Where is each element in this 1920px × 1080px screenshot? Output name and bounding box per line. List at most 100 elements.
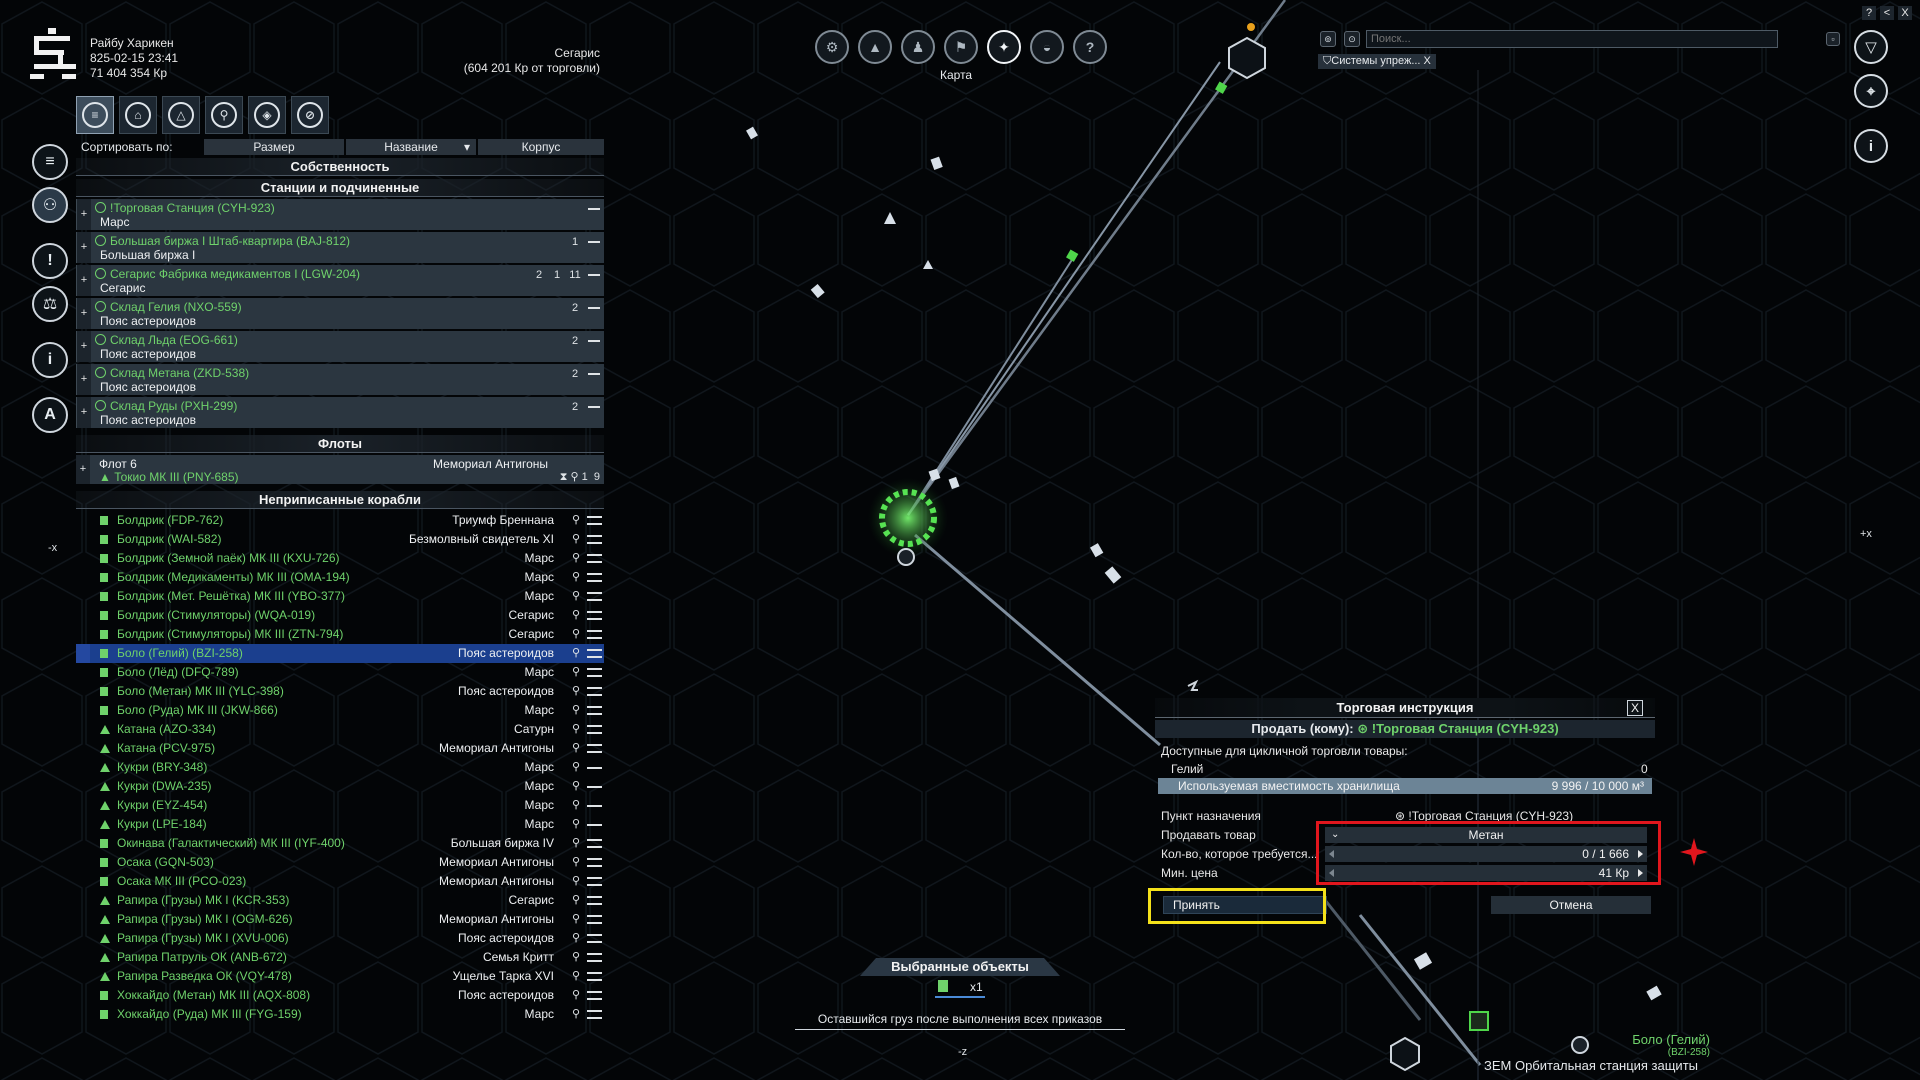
encyclopedia-icon[interactable]: ◒ bbox=[1030, 30, 1064, 64]
help-icon[interactable]: ? bbox=[1073, 30, 1107, 64]
ship-hull-bar bbox=[587, 611, 602, 620]
help-button[interactable]: ? bbox=[1862, 6, 1876, 20]
tab-stations[interactable]: ⌂ bbox=[119, 96, 157, 134]
ship-row[interactable]: Болдрик (Медикаменты) МК III (OMA-194) М… bbox=[76, 568, 604, 587]
tab-filter-off[interactable]: ⊘ bbox=[291, 96, 329, 134]
ship-row[interactable]: Болдрик (Стимуляторы) (WQA-019) Сегарис … bbox=[76, 606, 604, 625]
station-row[interactable]: + Склад Руды (PXH-299) Пояс астероидов 2 bbox=[76, 397, 604, 428]
ship-row[interactable]: Болдрик (Земной паёк) МК III (KXU-726) М… bbox=[76, 549, 604, 568]
ship-row[interactable]: Осака (GQN-503) Мемориал Антигоны ⚲ bbox=[76, 853, 604, 872]
ship-row[interactable]: Осака МК III (PCO-023) Мемориал Антигоны… bbox=[76, 872, 604, 891]
cancel-button[interactable]: Отмена bbox=[1491, 896, 1651, 914]
ship-name: Кукри (LPE-184) bbox=[117, 817, 207, 831]
selected-ship-underline bbox=[935, 996, 985, 998]
close-map-button[interactable]: X bbox=[1898, 6, 1912, 20]
search-clear-icon[interactable]: ▫ bbox=[1826, 32, 1840, 46]
station-row[interactable]: + Склад Метана (ZKD-538) Пояс астероидов… bbox=[76, 364, 604, 395]
ship-row[interactable]: Кукри (EYZ-454) Марс ⚲ bbox=[76, 796, 604, 815]
sort-label: Сортировать по: bbox=[81, 140, 173, 154]
ship-row[interactable]: Окинава (Галактический) МК III (IYF-400)… bbox=[76, 834, 604, 853]
search-options-icon[interactable]: ⊙ bbox=[1344, 31, 1360, 47]
ship-row[interactable]: Боло (Гелий) (BZI-258) Пояс астероидов ⚲ bbox=[76, 644, 604, 663]
economy-icon[interactable]: ⚖ bbox=[32, 286, 68, 322]
station-row[interactable]: + Сегарис Фабрика медикаментов I (LGW-20… bbox=[76, 265, 604, 296]
station-row[interactable]: + Большая биржа I Штаб-квартира (BAJ-812… bbox=[76, 232, 604, 263]
ship-row[interactable]: Болдрик (Мет. Решётка) МК III (YBO-377) … bbox=[76, 587, 604, 606]
ship-row[interactable]: Хоккайдо (Руда) МК III (FYG-159) Марс ⚲ bbox=[76, 1005, 604, 1024]
ship-row[interactable]: Хоккайдо (Метан) МК III (AQX-808) Пояс а… bbox=[76, 986, 604, 1005]
ship-name: Болдрик (Мет. Решётка) МК III (YBO-377) bbox=[117, 589, 345, 603]
dialog-title: Торговая инструкция bbox=[1155, 698, 1655, 718]
expand-button[interactable]: + bbox=[76, 455, 90, 484]
ship-status-icon: ⚲ bbox=[571, 590, 580, 602]
expand-button[interactable]: + bbox=[77, 199, 91, 230]
tab-all-property[interactable]: ≡ bbox=[76, 96, 114, 134]
filter-icon[interactable]: ▽ bbox=[1854, 30, 1888, 64]
ship-location: Мемориал Антигоны bbox=[439, 855, 554, 869]
close-icon[interactable]: X bbox=[1627, 700, 1643, 716]
ship-status-icon: ⚲ bbox=[571, 989, 580, 1001]
ship-row[interactable]: Рапира (Грузы) МК I (OGM-626) Мемориал А… bbox=[76, 910, 604, 929]
back-button[interactable]: < bbox=[1880, 6, 1894, 20]
station-row[interactable]: + Склад Льда (EOG-661) Пояс астероидов 2 bbox=[76, 331, 604, 362]
ship-row[interactable]: Кукри (LPE-184) Марс ⚲ bbox=[76, 815, 604, 834]
ship-row[interactable]: Кукри (DWA-235) Марс ⚲ bbox=[76, 777, 604, 796]
ship-row[interactable]: Болдрик (FDP-762) Триумф Бреннана ⚲ bbox=[76, 511, 604, 530]
tab-fleets[interactable]: △ bbox=[162, 96, 200, 134]
storage-capacity-label: Используемая вместимость хранилища bbox=[1178, 779, 1400, 793]
ship-row[interactable]: Болдрик (WAI-582) Безмолвный свидетель X… bbox=[76, 530, 604, 549]
tab-deployables[interactable]: ◈ bbox=[248, 96, 286, 134]
menu-icon[interactable]: ≡ bbox=[32, 144, 68, 180]
settings-icon[interactable]: ⚙ bbox=[815, 30, 849, 64]
sell-to-target[interactable]: ⊛ !Торговая Станция (CYH-923) bbox=[1357, 721, 1558, 736]
ship-row[interactable]: Рапира (Грузы) МК I (XVU-006) Пояс астер… bbox=[76, 929, 604, 948]
empire-icon[interactable]: ⚑ bbox=[944, 30, 978, 64]
tab-unassigned[interactable]: ⚲ bbox=[205, 96, 243, 134]
ship-row[interactable]: Боло (Лёд) (DFQ-789) Марс ⚲ bbox=[76, 663, 604, 682]
fleet-commander: ▲ Токио МК III (PNY-685) bbox=[99, 470, 239, 484]
ship-row[interactable]: Рапира Патруль ОК (ANB-672) Семья Критт … bbox=[76, 948, 604, 967]
alert-icon[interactable]: ! bbox=[32, 243, 68, 279]
sort-size-button[interactable]: Размер bbox=[204, 139, 344, 155]
sort-hull-button[interactable]: Корпус bbox=[478, 139, 604, 155]
ship-location: Большая биржа IV bbox=[450, 836, 554, 850]
filter-chip[interactable]: ⛉Системы упреж... X bbox=[1318, 54, 1436, 69]
info-icon[interactable]: i bbox=[32, 342, 68, 378]
defense-station-label[interactable]: ЗЕМ Орбитальная станция защиты bbox=[1484, 1058, 1698, 1073]
selected-ship-icon[interactable] bbox=[938, 980, 948, 992]
expand-button[interactable]: + bbox=[77, 265, 91, 296]
ship-row[interactable]: Рапира Разведка ОК (VQY-478) Ущелье Тарк… bbox=[76, 967, 604, 986]
station-row[interactable]: + Склад Гелия (NXO-559) Пояс астероидов … bbox=[76, 298, 604, 329]
station-counts: 2 bbox=[566, 368, 600, 380]
location-icon[interactable]: ⌖ bbox=[1854, 74, 1888, 108]
ship-icon[interactable]: A bbox=[32, 397, 68, 433]
ship-menu-icon[interactable]: ▲ bbox=[858, 30, 892, 64]
ship-row[interactable]: Рапира (Грузы) МК I (KCR-353) Сегарис ⚲ bbox=[76, 891, 604, 910]
expand-button[interactable]: + bbox=[77, 232, 91, 263]
ship-row[interactable]: Катана (PCV-975) Мемориал Антигоны ⚲ bbox=[76, 739, 604, 758]
sort-name-button[interactable]: Название ▾ bbox=[346, 139, 476, 155]
station-row[interactable]: + !Торговая Станция (CYH-923) Марс bbox=[76, 199, 604, 230]
expand-button[interactable]: + bbox=[77, 364, 91, 395]
ship-row[interactable]: Кукри (BRY-348) Марс ⚲ bbox=[76, 758, 604, 777]
property-icon[interactable]: ⚇ bbox=[32, 187, 68, 223]
object-info-icon[interactable]: i bbox=[1854, 129, 1888, 163]
map-icon[interactable]: ✦ bbox=[987, 30, 1021, 64]
highlight-box-red bbox=[1316, 821, 1661, 885]
ship-row[interactable]: Боло (Руда) МК III (JKW-866) Марс ⚲ bbox=[76, 701, 604, 720]
station-name: Склад Гелия (NXO-559) bbox=[95, 300, 242, 314]
station-count: 2 bbox=[535, 269, 543, 281]
search-input[interactable] bbox=[1366, 30, 1778, 48]
ship-row[interactable]: Болдрик (Стимуляторы) МК III (ZTN-794) С… bbox=[76, 625, 604, 644]
fleet-row[interactable]: + Флот 6 ▲ Токио МК III (PNY-685) Мемори… bbox=[76, 455, 604, 484]
target-ship-label[interactable]: Боло (Гелий) (BZI-258) bbox=[1560, 1032, 1710, 1058]
ship-row[interactable]: Катана (AZO-334) Сатурн ⚲ bbox=[76, 720, 604, 739]
station-count: 1 bbox=[553, 269, 561, 281]
expand-button[interactable]: + bbox=[77, 298, 91, 329]
expand-button[interactable]: + bbox=[77, 331, 91, 362]
filter-toggle-icon[interactable]: ⊚ bbox=[1320, 31, 1336, 47]
player-icon[interactable]: ♟ bbox=[901, 30, 935, 64]
ship-row[interactable]: Боло (Метан) МК III (YLC-398) Пояс астер… bbox=[76, 682, 604, 701]
expand-button[interactable]: + bbox=[77, 397, 91, 428]
amount-label: Кол-во, которое требуется... bbox=[1161, 847, 1318, 861]
